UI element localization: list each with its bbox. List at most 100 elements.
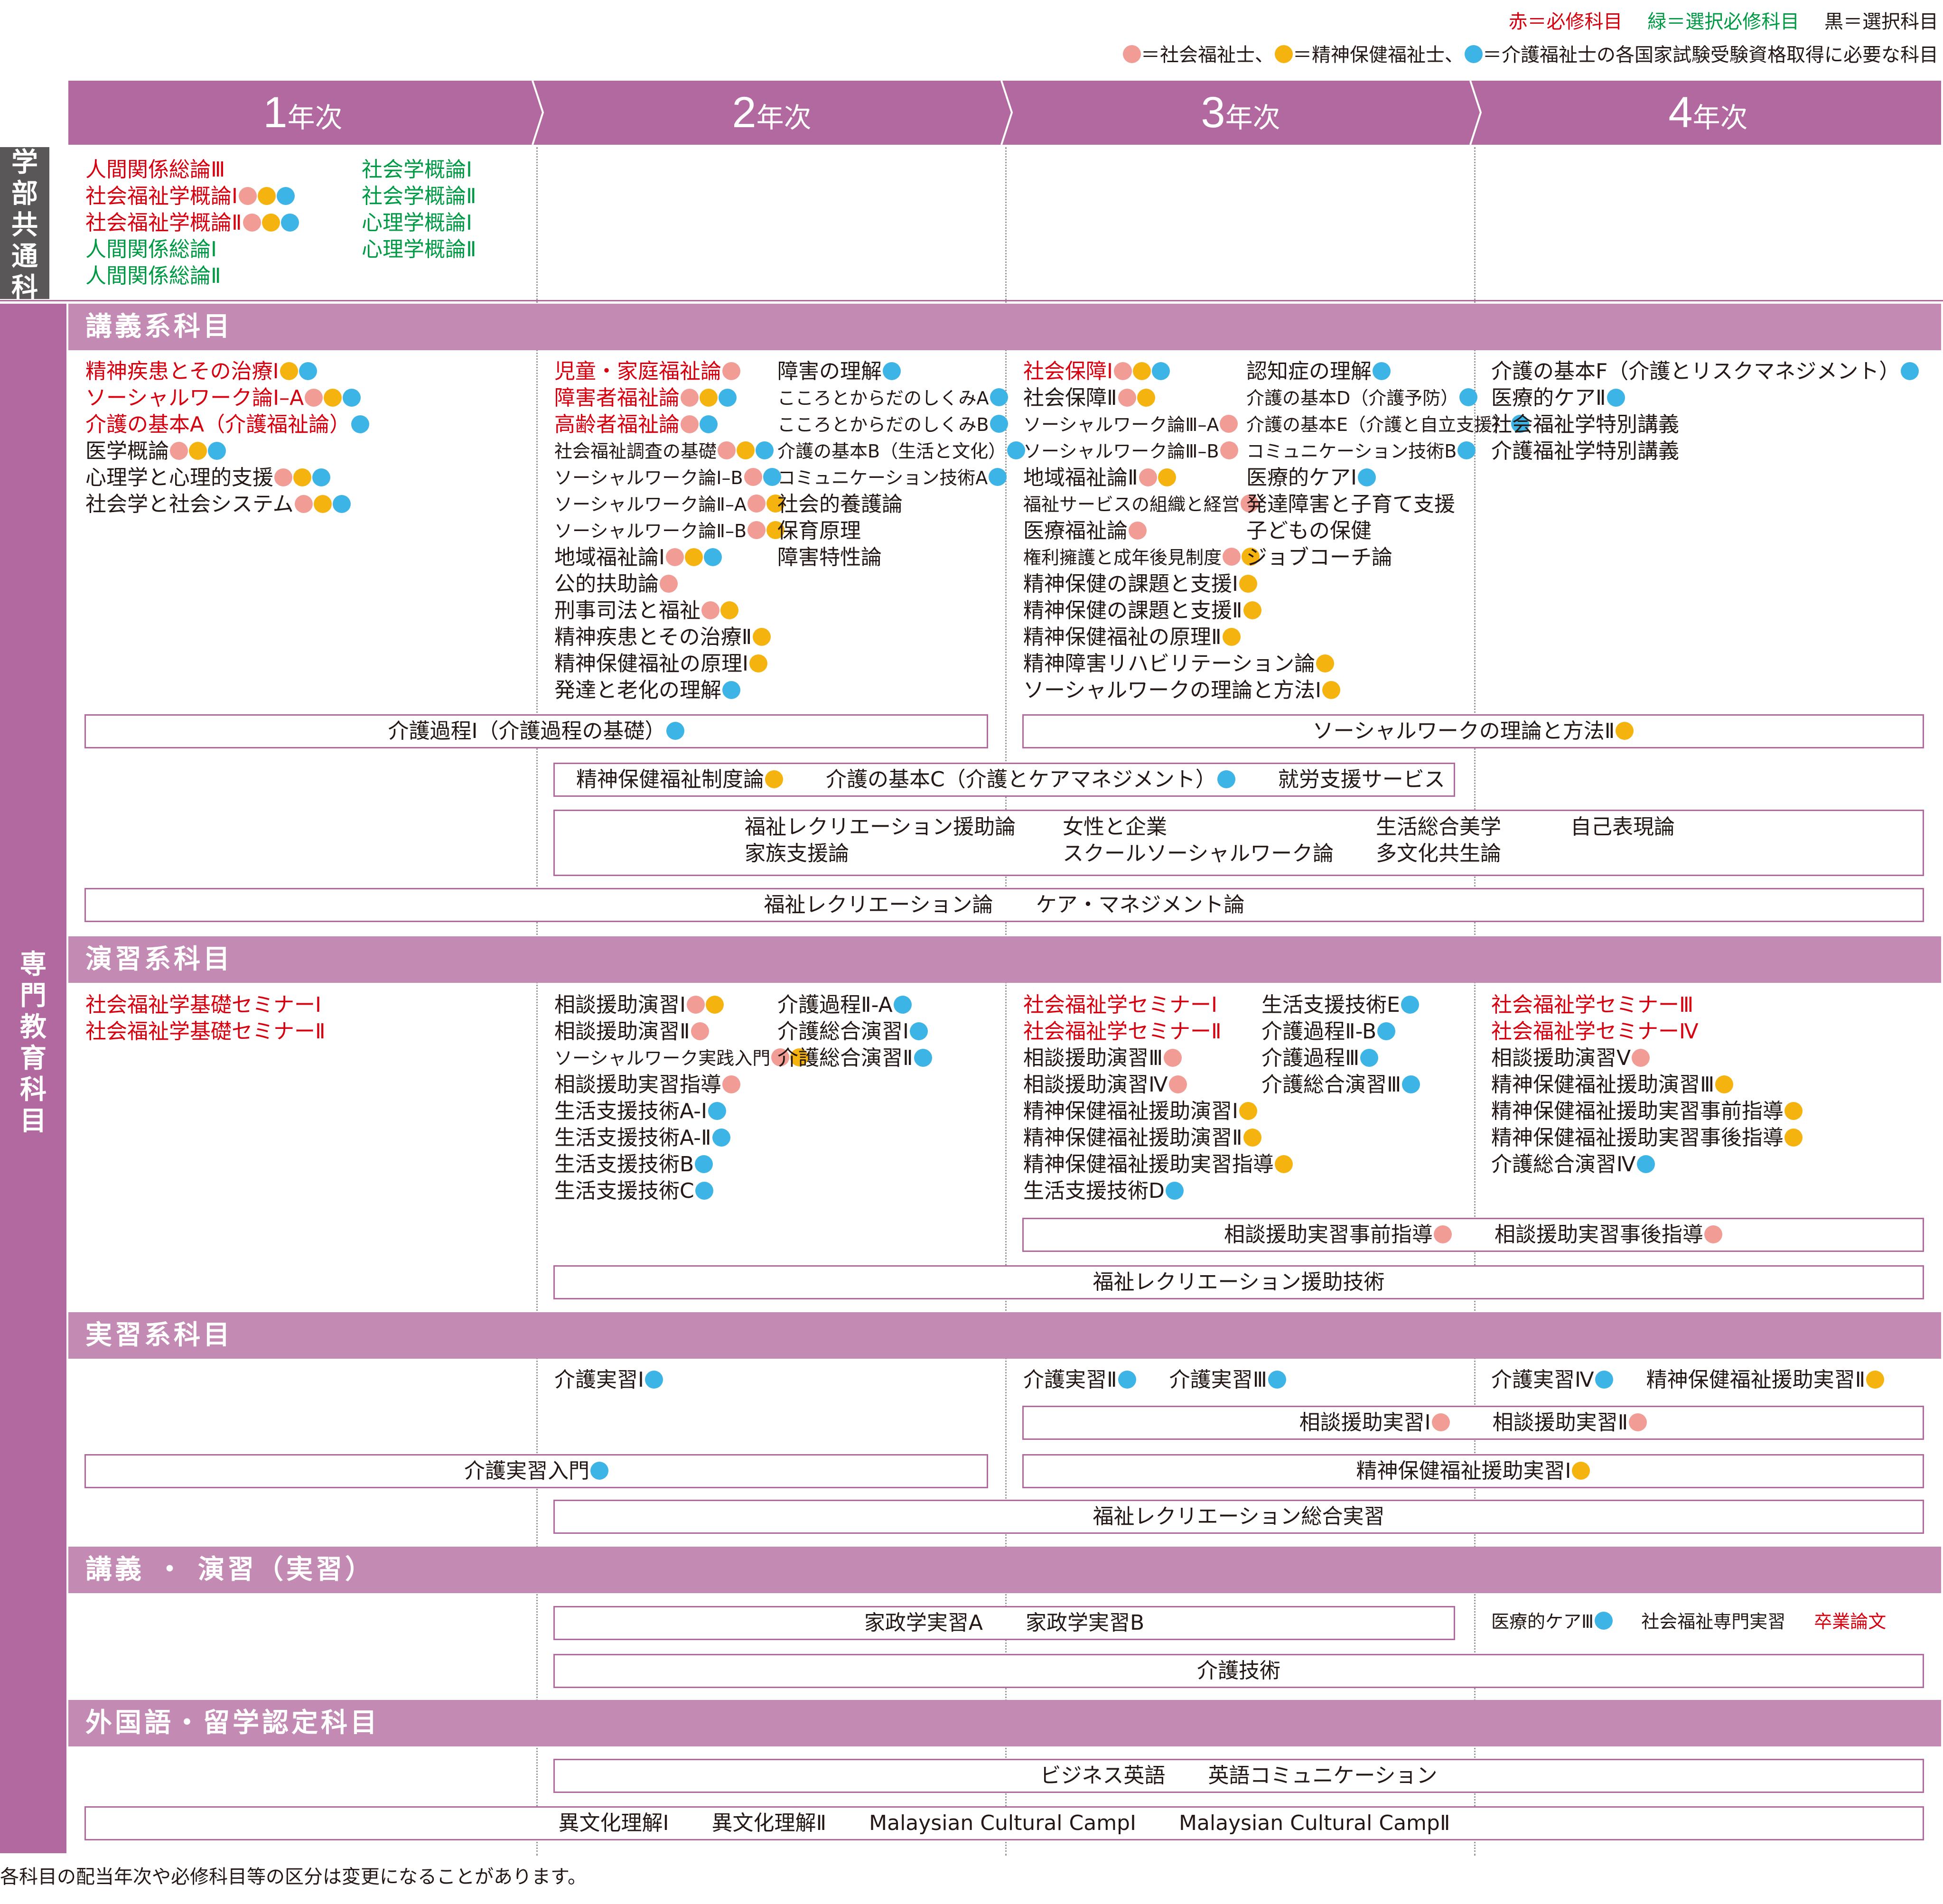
- course-name: 介護技術: [1197, 1659, 1280, 1683]
- course-name: 介護の基本E（介護と自立支援）: [1246, 414, 1511, 435]
- practicum-year2: 介護実習Ⅰ: [554, 1367, 663, 1393]
- course-name: ケア・マネジメント論: [1036, 893, 1245, 917]
- course-name: 社会福祉学セミナーⅠ: [1023, 993, 1217, 1017]
- pink-dot-icon: [274, 468, 292, 486]
- legend-elective: 黒＝選択科目: [1824, 11, 1938, 33]
- yellow-dot-icon: [700, 389, 718, 407]
- course-item: 相談援助演習Ⅲ: [1023, 1045, 1293, 1072]
- course-item: 精神障害リハビリテーション論: [1023, 651, 1340, 677]
- pink-dot-icon: [681, 389, 699, 407]
- pink-dot-icon: [691, 1022, 709, 1040]
- course-name: 精神保健の課題と支援Ⅱ: [1023, 598, 1242, 623]
- course-name: 福祉レクリエーション論: [764, 893, 993, 917]
- course-name: ソーシャルワーク論Ⅱ–B: [554, 521, 747, 541]
- course-name: 社会福祉学セミナーⅢ: [1491, 993, 1694, 1017]
- course-item: 相談援助実習事後指導: [1495, 1219, 1722, 1251]
- course-name: 介護実習Ⅳ: [1491, 1368, 1594, 1392]
- blue-dot-icon: [722, 681, 740, 699]
- course-name: 介護過程Ⅱ-B: [1261, 1019, 1377, 1044]
- course-name: 生活支援技術A-Ⅰ: [554, 1099, 707, 1123]
- pink-dot-icon: [722, 1075, 740, 1093]
- legend-dots: ＝社会福祉士、 ＝精神保健福祉士、 ＝介護福祉士の各国家試験受験資格取得に必要な科目: [1122, 43, 1938, 67]
- pink-dot-icon: [243, 214, 261, 232]
- course-item: 精神保健福祉援助実習Ⅰ: [1356, 1456, 1590, 1487]
- box-foreign-row2: 異文化理解Ⅰ 異文化理解Ⅱ Malaysian Cultural CampⅠ Mala…: [84, 1806, 1924, 1840]
- course-name: ソーシャルワーク論Ⅰ–A: [85, 386, 304, 410]
- course-item: 社会福祉学特別講義: [1491, 411, 1919, 438]
- blue-dot-icon: [1607, 389, 1625, 407]
- blue-dot-icon: [1401, 996, 1419, 1014]
- pink-dot-icon: [1434, 1225, 1452, 1243]
- yellow-dot-icon: [1158, 468, 1176, 486]
- yellow-dot-icon: [1784, 1102, 1803, 1120]
- blue-dot-icon: [299, 362, 317, 380]
- course-name: 社会保障Ⅱ: [1023, 386, 1117, 410]
- course-name: 精神保健福祉援助実習Ⅱ: [1646, 1368, 1866, 1392]
- course-name: 精神疾患とその治療Ⅱ: [554, 625, 752, 649]
- course-name: 女性と企業: [1063, 815, 1167, 839]
- course-item: 精神保健の課題と支援Ⅱ: [1023, 597, 1340, 624]
- blue-dot-icon: [1360, 1049, 1379, 1067]
- box-kaigo-katei: 介護過程Ⅰ（介護過程の基礎）: [84, 714, 988, 748]
- course-item: ソーシャルワークの理論と方法Ⅱ: [1313, 716, 1634, 747]
- course-item: 相談援助演習Ⅳ: [1023, 1072, 1293, 1098]
- yellow-dot-icon: [1239, 1102, 1257, 1120]
- yellow-dot-icon: [257, 187, 276, 205]
- course-item: 生活支援技術A-Ⅱ: [554, 1125, 808, 1151]
- blue-dot-icon: [989, 468, 1007, 486]
- course-item: 精神保健福祉援助演習Ⅲ: [1491, 1072, 1803, 1098]
- blue-dot-icon: [1459, 388, 1478, 406]
- course-name: 医療福祉論: [1023, 519, 1128, 543]
- course-item: 医療的ケアⅢ: [1491, 1608, 1613, 1635]
- blue-dot-icon: [1357, 468, 1376, 486]
- course-item: 介護の基本D（介護予防）: [1246, 385, 1529, 411]
- course-item: 精神保健の課題と支援Ⅰ: [1023, 571, 1340, 597]
- blue-dot-icon: [1595, 1371, 1613, 1389]
- course-item: 介護過程Ⅲ: [1261, 1045, 1420, 1072]
- course-name: 介護実習入門: [464, 1459, 589, 1483]
- course-item: 精神疾患とその治療Ⅱ: [554, 624, 785, 651]
- pink-dot-icon: [170, 442, 188, 460]
- course-name: 社会福祉学セミナーⅣ: [1491, 1019, 1699, 1044]
- yellow-dot-icon: [293, 468, 311, 486]
- course-item: 地域福祉論Ⅰ: [554, 544, 785, 571]
- course-name: ビジネス英語: [1040, 1764, 1166, 1788]
- course-item: 精神疾患とその治療Ⅰ: [85, 358, 369, 385]
- course-name: 家政学実習B: [1025, 1611, 1145, 1635]
- box-practicum-intro: 介護実習入門: [84, 1454, 988, 1488]
- yellow-dot-icon: [1132, 362, 1151, 380]
- pink-dot-icon: [718, 441, 736, 459]
- course-name: 相談援助実習Ⅰ: [1299, 1410, 1431, 1435]
- box-practicum-soudan: 相談援助実習Ⅰ 相談援助実習Ⅱ: [1022, 1406, 1924, 1440]
- course-item: ソーシャルワーク論Ⅰ–B: [554, 465, 785, 491]
- course-name: 介護実習Ⅱ: [1023, 1368, 1117, 1392]
- course-item: 介護総合演習Ⅲ: [1261, 1072, 1420, 1098]
- yellow-dot-icon: [765, 770, 783, 788]
- blue-dot-icon: [700, 415, 718, 433]
- pink-dot-icon: [1223, 548, 1241, 566]
- course-name: 社会学概論Ⅱ: [362, 184, 476, 208]
- yellow-dot-icon: [737, 441, 755, 459]
- yellow-dot-icon: [189, 442, 207, 460]
- course-item: 介護実習Ⅳ: [1491, 1367, 1613, 1393]
- course-item: 社会的養護論: [777, 491, 1025, 518]
- course-name: 就労支援サービス: [1278, 767, 1445, 792]
- course-item: 人間関係総論Ⅱ: [85, 263, 299, 289]
- course-item: 社会福祉調査の基礎: [554, 438, 785, 465]
- pink-dot-icon: [1129, 522, 1147, 540]
- course-item: 社会福祉学セミナーⅠ: [1023, 992, 1293, 1018]
- blue-dot-icon: [351, 415, 370, 433]
- course-name: 障害者福祉論: [554, 386, 680, 410]
- yellow-dot-icon: [705, 996, 724, 1014]
- course-name: ソーシャルワーク論Ⅱ–A: [554, 494, 747, 515]
- mixed-year4: 医療的ケアⅢ 社会福祉専門実習 卒業論文: [1491, 1608, 1915, 1635]
- pink-dot-icon: [1113, 362, 1132, 380]
- course-item: 相談援助演習Ⅴ: [1491, 1045, 1803, 1072]
- course-name: ソーシャルワーク実践入門: [554, 1048, 771, 1069]
- course-name: 発達障害と子育て支援: [1246, 492, 1455, 516]
- box-foreign-row1: ビジネス英語 英語コミュニケーション: [553, 1759, 1924, 1793]
- course-name: 医療的ケアⅠ: [1246, 466, 1357, 490]
- course-item: ソーシャルワーク論Ⅰ–A: [85, 385, 369, 411]
- course-name: 精神疾患とその治療Ⅰ: [85, 359, 279, 383]
- course-name: 心理学と心理的支援: [85, 466, 273, 490]
